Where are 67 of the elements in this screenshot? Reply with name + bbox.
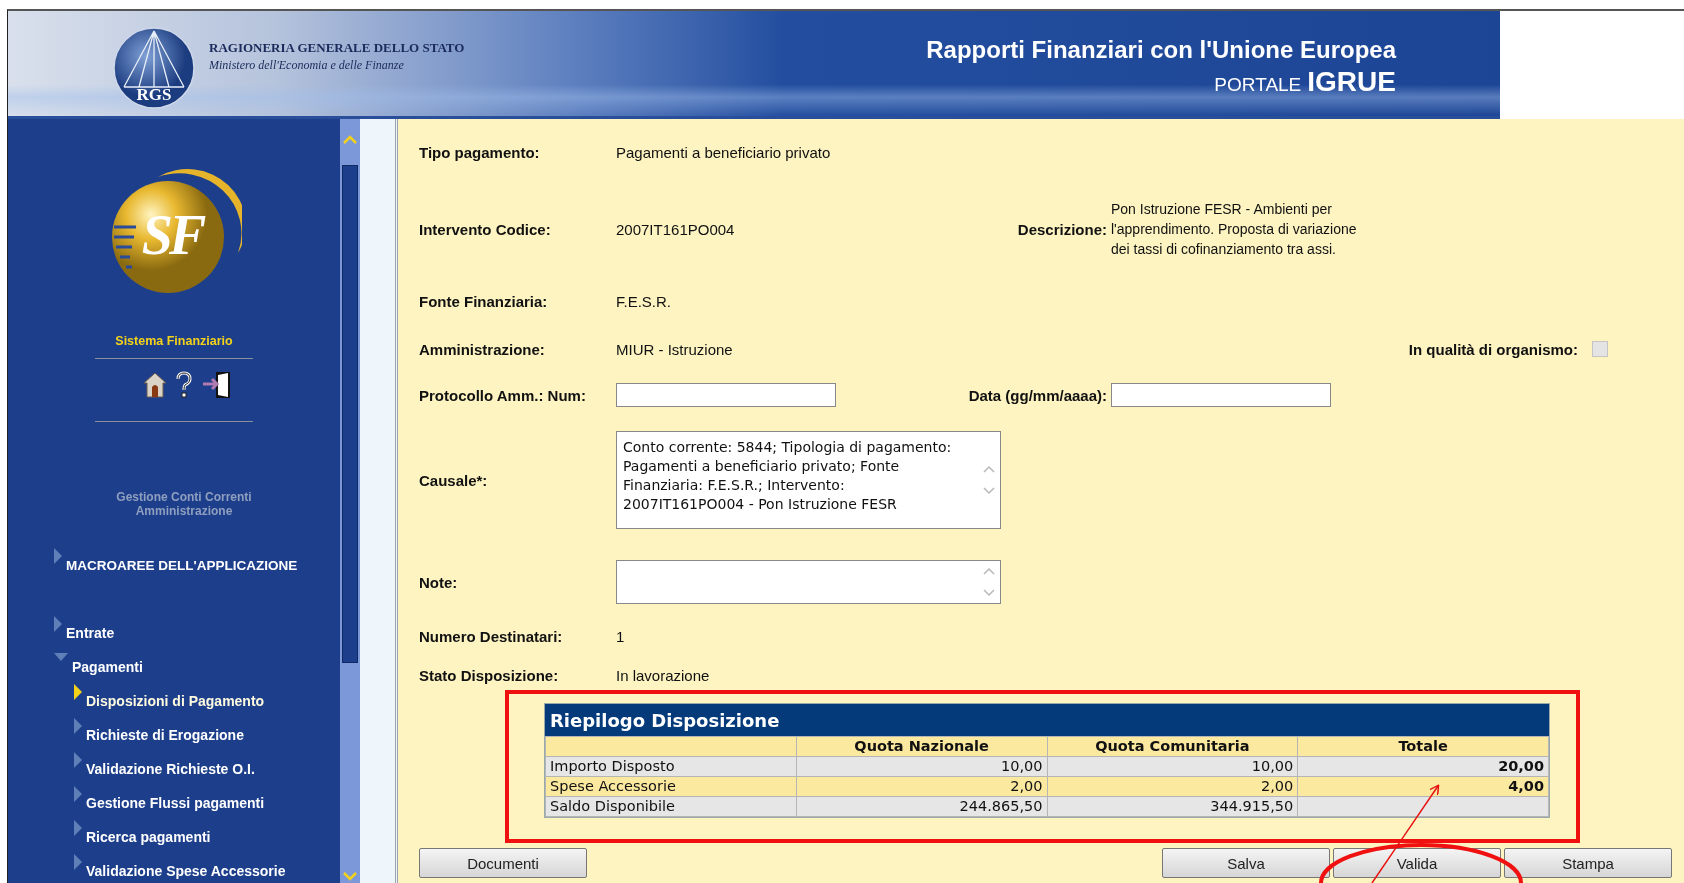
description-text: Pon Istruzione FESR - Ambienti per l'apprendimento. Proposta di variazione dei tassi di cofinanziamento tra assi. (1111, 200, 1358, 259)
field-label: Descrizione: (1016, 220, 1108, 238)
field-value: F.E.S.R. (616, 292, 672, 310)
field-value: Pagamenti a beneficiario privato (616, 143, 832, 161)
submenu-item[interactable]: Disposizioni di Pagamento (8, 684, 340, 718)
field-label: Tipo pagamento: (419, 143, 541, 161)
column-header: Quota Comunitaria (1047, 736, 1298, 757)
action-button[interactable]: Stampa (1504, 848, 1672, 878)
portal-name: IGRUE (1307, 65, 1396, 98)
field-label: Amministrazione: (419, 340, 546, 358)
exit-icon[interactable] (202, 371, 232, 399)
column-header: Totale (1297, 736, 1549, 757)
submenu-label[interactable]: Validazione Spese Accessorie (86, 863, 286, 879)
field-label: Protocollo Amm.: Num: (419, 386, 587, 404)
submenu-label[interactable]: Disposizioni di Pagamento (86, 693, 265, 709)
field-label: Numero Destinatari: (419, 627, 564, 645)
menu-label[interactable]: Entrate (66, 625, 115, 641)
logo-text: SF (140, 203, 204, 267)
field-value: 2007IT161PO004 (616, 220, 736, 238)
organization-name: RAGIONERIA GENERALE DELLO STATO (209, 40, 465, 56)
column-header: Quota Nazionale (796, 736, 1047, 757)
menu-item[interactable]: Entrate (8, 616, 340, 650)
submenu-label[interactable]: Gestione Flussi pagamenti (86, 795, 265, 811)
field-label: In qualità di organismo: (1408, 340, 1578, 358)
scroll-down-icon (342, 869, 358, 883)
field-value: 1 (616, 627, 626, 645)
help-icon[interactable] (174, 371, 194, 399)
system-name: Sistema Finanziario (115, 334, 233, 348)
submenu-item[interactable]: Gestione Flussi pagamenti (8, 786, 340, 820)
portal-prefix: PORTALE (1214, 73, 1302, 96)
home-icon[interactable] (144, 372, 166, 398)
action-button[interactable]: Salva (1162, 848, 1330, 878)
portal-title: Rapporti Finanziari con l'Unione Europea (926, 35, 1396, 64)
submenu-label[interactable]: Richieste di Erogazione (86, 727, 244, 743)
action-button[interactable]: Documenti (419, 848, 587, 878)
logo-text: RGS (135, 84, 173, 105)
submenu-item[interactable]: Validazione Richieste O.I. (8, 752, 340, 786)
field-label: Stato Disposizione: (419, 666, 560, 684)
scrollbar[interactable] (340, 119, 360, 883)
table-cell: Importo Disposto (545, 756, 797, 777)
submenu-item[interactable]: Validazione Spese Accessorie (8, 854, 340, 883)
submenu-item[interactable]: Richieste di Erogazione (8, 718, 340, 752)
text-area[interactable]: Conto corrente: 5844; Tipologia di pagamento: Pagamenti a beneficiario privato; Fonte Finanziaria: F.E.S.R.; Intervento: 2007IT161PO004 - Pon Istruzione FESR (616, 431, 1001, 529)
table-cell: Spese Accessorie (545, 776, 797, 797)
submenu-label[interactable]: Ricerca pagamenti (86, 829, 211, 845)
field-label: Note: (419, 573, 459, 591)
field-label: Causale*: (419, 471, 489, 489)
ministry-name: Ministero dell'Economia e delle Finanze (209, 58, 405, 73)
input-field[interactable] (616, 383, 836, 407)
input-field[interactable] (1111, 383, 1331, 407)
menu-label[interactable]: MACROAREE DELL'APPLICAZIONE (66, 557, 298, 573)
menu-label[interactable]: Pagamenti (72, 659, 143, 675)
field-label: Fonte Finanziaria: (419, 292, 549, 310)
field-value: MIUR - Istruzione (616, 340, 734, 358)
submenu-item[interactable]: Ricerca pagamenti (8, 820, 340, 854)
globe-emblem-icon (112, 24, 196, 111)
menu-item[interactable]: Pagamenti (8, 650, 340, 684)
field-label: Intervento Codice: (419, 220, 552, 238)
submenu-label[interactable]: Validazione Richieste O.I. (86, 761, 255, 777)
section-caption: Gestione Conti Correnti Amministrazione (115, 490, 253, 518)
action-button[interactable]: Valida (1333, 848, 1501, 878)
field-label: Data (gg/mm/aaaa): (967, 386, 1108, 404)
table-cell: Saldo Disponibile (545, 796, 797, 817)
field-value: In lavorazione (616, 666, 711, 684)
menu-item[interactable]: MACROAREE DELL'APPLICAZIONE (8, 548, 340, 582)
text-area[interactable] (616, 560, 1001, 604)
table-title: Riepilogo Disposizione (545, 704, 1549, 736)
